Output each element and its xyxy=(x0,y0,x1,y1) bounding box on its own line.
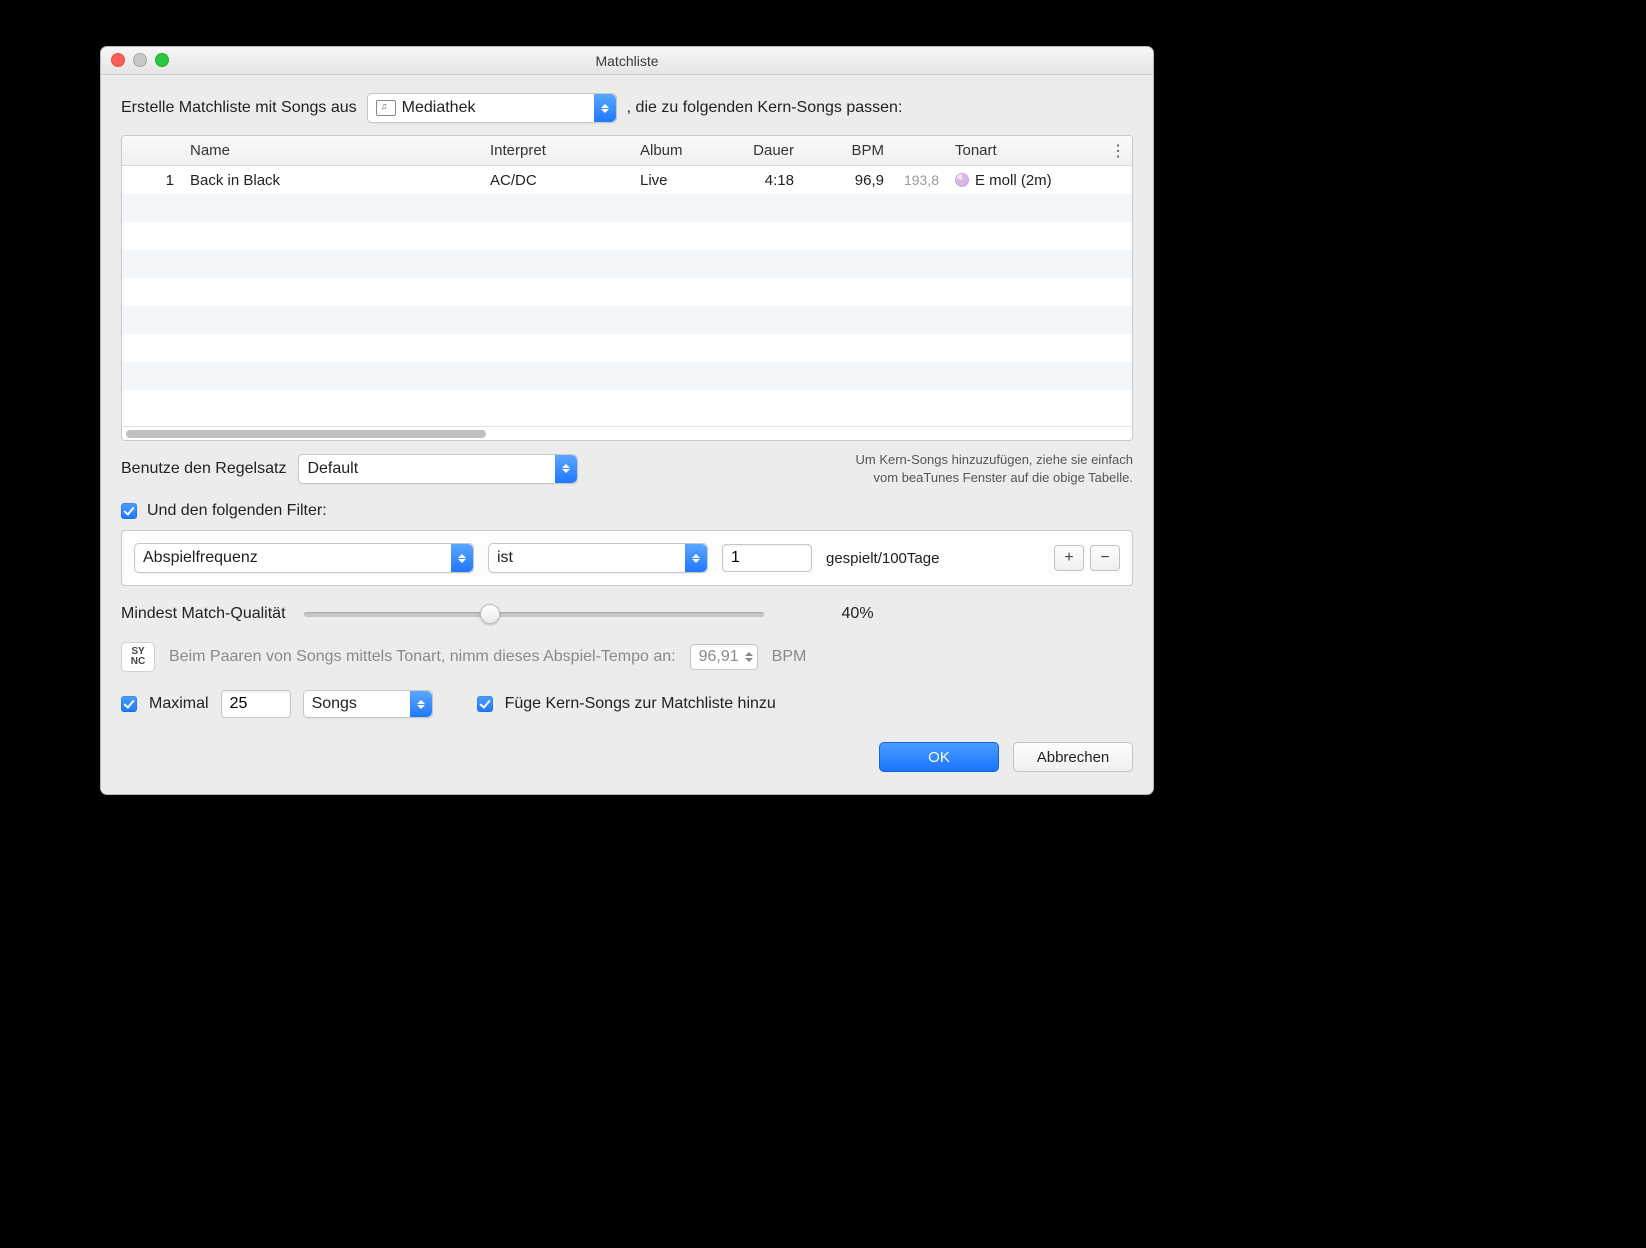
horizontal-scrollbar[interactable] xyxy=(122,426,1132,440)
cancel-button[interactable]: Abbrechen xyxy=(1013,742,1133,772)
window-controls xyxy=(111,53,169,67)
sync-bpm-stepper[interactable]: 96,91 xyxy=(690,644,758,670)
col-dauer[interactable]: Dauer xyxy=(732,142,802,159)
filter-checkbox-row: Und den folgenden Filter: xyxy=(121,502,1133,520)
dialog-window: Matchliste Erstelle Matchliste mit Songs… xyxy=(100,46,1154,795)
slider-knob[interactable] xyxy=(480,604,500,624)
quality-slider[interactable] xyxy=(304,604,764,624)
content: Erstelle Matchliste mit Songs aus Mediat… xyxy=(101,75,1153,794)
max-unit-value: Songs xyxy=(312,695,357,713)
table-row: . xyxy=(122,194,1132,222)
quality-row: Mindest Match-Qualität 40% xyxy=(121,604,1133,624)
filter-checkbox[interactable] xyxy=(121,503,137,519)
max-row: Maximal Songs Füge Kern-Songs zur Matchl… xyxy=(121,690,1133,718)
max-label: Maximal xyxy=(149,695,209,713)
filter-value-input[interactable] xyxy=(722,544,812,572)
filter-checkbox-label: Und den folgenden Filter: xyxy=(147,502,327,520)
table-body[interactable]: 1 Back in Black AC/DC Live 4:18 96,9 193… xyxy=(122,166,1132,426)
sync-text: Beim Paaren von Songs mittels Tonart, ni… xyxy=(169,648,676,666)
slider-track xyxy=(304,612,764,617)
table-row: . xyxy=(122,362,1132,390)
source-row: Erstelle Matchliste mit Songs aus Mediat… xyxy=(121,93,1133,123)
filter-operator-select[interactable]: ist xyxy=(488,543,708,573)
add-filter-button[interactable]: + xyxy=(1054,545,1084,571)
filter-field-value: Abspielfrequenz xyxy=(143,549,258,567)
chevron-updown-icon xyxy=(594,94,616,122)
cell-album: Live xyxy=(632,172,732,189)
filter-box: Abspielfrequenz ist gespielt/100Tage + − xyxy=(121,530,1133,586)
cell-bpm: 96,9 xyxy=(802,172,892,189)
source-prefix-label: Erstelle Matchliste mit Songs aus xyxy=(121,99,357,117)
table-row[interactable]: 1 Back in Black AC/DC Live 4:18 96,9 193… xyxy=(122,166,1132,194)
col-interpret[interactable]: Interpret xyxy=(482,142,632,159)
max-value-input[interactable] xyxy=(221,690,291,718)
cell-bpm2: 193,8 xyxy=(892,172,947,188)
table-row: . xyxy=(122,278,1132,306)
chevron-updown-icon xyxy=(451,544,473,572)
ruleset-select-value: Default xyxy=(307,460,358,478)
table-row: . xyxy=(122,250,1132,278)
quality-value: 40% xyxy=(842,605,874,623)
quality-label: Mindest Match-Qualität xyxy=(121,605,286,623)
cell-dauer: 4:18 xyxy=(732,172,802,189)
ruleset-row: Benutze den Regelsatz Default Um Kern-So… xyxy=(121,451,1133,486)
table-row: . xyxy=(122,390,1132,418)
filter-field-select[interactable]: Abspielfrequenz xyxy=(134,543,474,573)
zoom-icon[interactable] xyxy=(155,53,169,67)
scrollbar-thumb[interactable] xyxy=(126,430,486,438)
max-checkbox[interactable] xyxy=(121,696,137,712)
ok-button[interactable]: OK xyxy=(879,742,999,772)
column-options-icon[interactable]: ⋮ xyxy=(1110,141,1126,161)
ruleset-select[interactable]: Default xyxy=(298,454,578,484)
cell-num: 1 xyxy=(122,172,182,189)
minimize-icon[interactable] xyxy=(133,53,147,67)
remove-filter-button[interactable]: − xyxy=(1090,545,1120,571)
cell-tonart: E moll (2m) xyxy=(947,172,1132,189)
sync-row: SYNC Beim Paaren von Songs mittels Tonar… xyxy=(121,642,1133,672)
titlebar: Matchliste xyxy=(101,47,1153,75)
stepper-arrows-icon[interactable] xyxy=(745,652,753,662)
ruleset-label: Benutze den Regelsatz xyxy=(121,460,286,478)
close-icon[interactable] xyxy=(111,53,125,67)
seed-table: Name Interpret Album Dauer BPM Tonart ⋮ … xyxy=(121,135,1133,441)
chevron-updown-icon xyxy=(410,691,432,717)
col-bpm[interactable]: BPM xyxy=(802,142,892,159)
max-unit-select[interactable]: Songs xyxy=(303,690,433,718)
add-seeds-label: Füge Kern-Songs zur Matchliste hinzu xyxy=(505,695,776,713)
source-suffix-label: , die zu folgenden Kern-Songs passen: xyxy=(627,99,903,117)
footer: OK Abbrechen xyxy=(121,742,1133,772)
cell-interpret: AC/DC xyxy=(482,172,632,189)
filter-operator-value: ist xyxy=(497,549,513,567)
sync-bpm-value: 96,91 xyxy=(699,648,739,666)
table-row: . xyxy=(122,334,1132,362)
cell-name: Back in Black xyxy=(182,172,482,189)
library-icon xyxy=(376,100,396,116)
filter-add-remove: + − xyxy=(1054,545,1120,571)
sync-icon[interactable]: SYNC xyxy=(121,642,155,672)
col-name[interactable]: Name xyxy=(182,142,482,159)
col-tonart[interactable]: Tonart xyxy=(947,142,1132,159)
key-color-icon xyxy=(955,173,969,187)
col-album[interactable]: Album xyxy=(632,142,732,159)
seed-hint: Um Kern-Songs hinzuzufügen, ziehe sie ei… xyxy=(783,451,1133,486)
sync-bpm-unit: BPM xyxy=(772,648,807,666)
table-header: Name Interpret Album Dauer BPM Tonart ⋮ xyxy=(122,136,1132,166)
filter-unit-label: gespielt/100Tage xyxy=(826,550,939,567)
chevron-updown-icon xyxy=(555,455,577,483)
source-select-value: Mediathek xyxy=(402,99,476,117)
table-row: . xyxy=(122,306,1132,334)
chevron-updown-icon xyxy=(685,544,707,572)
source-select[interactable]: Mediathek xyxy=(367,93,617,123)
window-title: Matchliste xyxy=(595,53,658,69)
add-seeds-checkbox[interactable] xyxy=(477,696,493,712)
table-row: . xyxy=(122,222,1132,250)
